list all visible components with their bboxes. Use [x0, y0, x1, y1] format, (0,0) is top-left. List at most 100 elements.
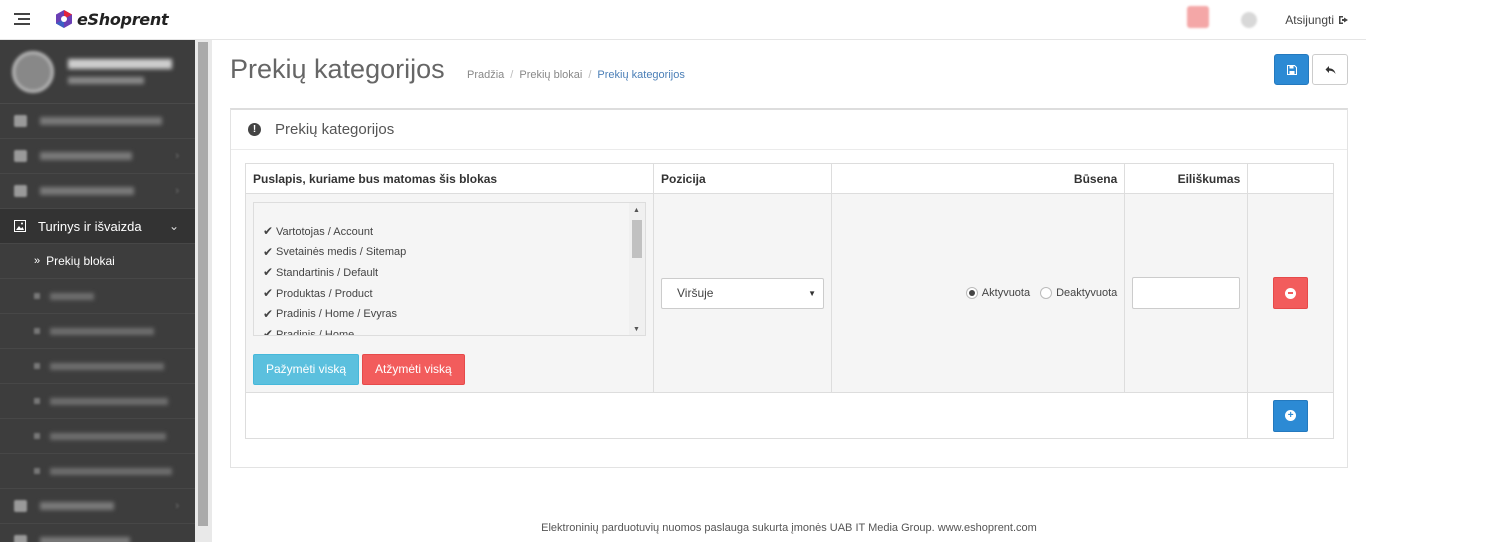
top-bar: eShoprent Atsijungti — [0, 0, 1366, 40]
status-radio-inactive-label: Deaktyvuota — [1056, 287, 1118, 299]
order-cell — [1124, 193, 1249, 393]
column-header-status: Būsena — [830, 163, 1126, 194]
remove-cell — [1247, 193, 1334, 393]
settings-icon — [1241, 12, 1258, 28]
chevron-right-icon: › — [175, 150, 179, 162]
chevron-right-icon: › — [175, 185, 179, 197]
status-radio-inactive[interactable]: Deaktyvuota — [1040, 287, 1117, 299]
sidebar-item-reports[interactable] — [0, 524, 195, 542]
listbox-scrollbar-thumb[interactable] — [632, 219, 642, 258]
exclamation-circle-icon: ! — [248, 123, 261, 136]
panel-header: ! Prekių kategorijos — [231, 110, 1347, 150]
user-profile[interactable] — [0, 40, 195, 104]
position-select-value: Viršuje — [677, 286, 714, 300]
user-name-blurred — [68, 59, 172, 69]
user-role-blurred — [68, 77, 144, 84]
page-title: Prekių kategorijos — [230, 54, 445, 84]
checkmark-icon[interactable]: ✔ — [263, 327, 276, 334]
page-option[interactable]: ✔ Svetainės medis / Sitemap — [263, 242, 645, 263]
select-all-button[interactable]: Pažymėti viską — [253, 353, 360, 385]
checkmark-icon[interactable]: ✔ — [263, 307, 276, 321]
pages-listbox[interactable]: ✔ Vartotojas / Account ✔ Svetainės medis / … — [253, 201, 646, 336]
sidebar-scrollbar[interactable] — [195, 40, 212, 542]
page-header: Prekių kategorijos Pradžia / Prekių blokai… — [230, 40, 1348, 108]
blocks-panel: ! Prekių kategorijos Puslapis, kuriame b… — [230, 108, 1348, 468]
main-content: Prekių kategorijos Pradžia / Prekių blokai… — [230, 40, 1348, 468]
scroll-down-icon[interactable]: ▼ — [633, 326, 640, 333]
cart-icon — [14, 185, 27, 197]
pages-list: ✔ Vartotojas / Account ✔ Svetainės medis / … — [254, 203, 645, 336]
image-icon — [14, 220, 26, 232]
page-option-label: Pradinis / Home / Evyras — [276, 308, 398, 321]
menu-toggle-icon[interactable] — [14, 13, 30, 27]
column-header-position: Pozicija — [653, 163, 832, 194]
panel-title: Prekių kategorijos — [275, 121, 395, 138]
order-input[interactable] — [1132, 277, 1241, 309]
minus-circle-icon — [1285, 287, 1297, 299]
plus-circle-icon: + — [1285, 410, 1297, 421]
position-cell: Viršuje ▼ — [653, 193, 832, 393]
logo[interactable]: eShoprent — [54, 9, 169, 29]
logout-link[interactable]: Atsijungti — [1277, 13, 1366, 27]
tag-icon — [14, 150, 27, 162]
save-button[interactable] — [1274, 54, 1309, 85]
sidebar-item-products[interactable]: › — [0, 139, 195, 174]
share-icon — [14, 500, 27, 512]
footer-text: Elektroninių parduotuvių nuomos paslauga… — [541, 522, 1037, 534]
breadcrumb-item-current[interactable]: Prekių kategorijos — [597, 69, 684, 81]
sidebar-subitem[interactable] — [0, 314, 195, 349]
settings-button[interactable] — [1229, 0, 1277, 40]
checkmark-icon[interactable]: ✔ — [263, 224, 276, 238]
breadcrumb-item-blocks[interactable]: Prekių blokai — [519, 69, 582, 81]
caret-down-icon: ▼ — [808, 288, 816, 298]
sidebar-item-dashboard[interactable] — [0, 104, 195, 139]
sidebar-subitem[interactable] — [0, 454, 195, 489]
double-chevron-right-icon: » — [34, 255, 41, 267]
status-radio-active[interactable]: Aktyvuota — [965, 287, 1030, 299]
checkmark-icon[interactable]: ✔ — [263, 245, 276, 259]
logo-text: eShoprent — [77, 9, 169, 29]
radio-checked-icon[interactable] — [965, 287, 978, 299]
page-option-label: Standartinis / Default — [276, 266, 379, 279]
page-option[interactable]: ✔ Produktas / Product — [263, 283, 645, 304]
logout-label: Atsijungti — [1285, 13, 1334, 27]
page-option-label: Pradinis / Home — [276, 328, 355, 336]
sidebar-subitem[interactable] — [0, 384, 195, 419]
radio-unchecked-icon[interactable] — [1040, 287, 1053, 299]
chart-icon — [14, 535, 27, 542]
sidebar-item-label: Turinys ir išvaizda — [38, 218, 142, 234]
page-option[interactable]: ✔ Standartinis / Default — [263, 263, 645, 284]
sidebar-item-marketing[interactable]: › — [0, 489, 195, 524]
add-row-button[interactable]: + — [1273, 399, 1309, 432]
table-row: ✔ Vartotojas / Account ✔ Svetainės medis / … — [245, 193, 1334, 393]
column-header-page: Puslapis, kuriame bus matomas šis blokas — [245, 163, 654, 194]
add-cell: + — [1247, 392, 1334, 439]
remove-row-button[interactable] — [1273, 277, 1309, 309]
pages-cell: ✔ Vartotojas / Account ✔ Svetainės medis / … — [245, 193, 654, 393]
page-option-label: Svetainės medis / Sitemap — [276, 246, 407, 259]
scroll-up-icon[interactable]: ▲ — [633, 207, 640, 214]
notifications-button[interactable] — [1181, 0, 1229, 40]
scrollbar-thumb[interactable] — [198, 42, 208, 526]
checkmark-icon[interactable]: ✔ — [263, 286, 276, 300]
column-header-actions — [1247, 163, 1334, 194]
status-cell: Aktyvuota Deaktyvuota — [830, 193, 1126, 393]
sidebar-subitem[interactable] — [0, 419, 195, 454]
listbox-scrollbar[interactable]: ▲ ▼ — [629, 202, 645, 335]
page-option[interactable]: ✔ Pradinis / Home — [263, 324, 645, 336]
page-option[interactable]: ✔ Pradinis / Home / Evyras — [263, 304, 645, 325]
reply-icon — [1325, 65, 1335, 74]
checkmark-icon[interactable]: ✔ — [263, 265, 276, 279]
sidebar-subitem[interactable] — [0, 349, 195, 384]
position-select[interactable]: Viršuje ▼ — [661, 277, 824, 309]
back-button[interactable] — [1312, 54, 1348, 85]
deselect-all-button[interactable]: Atžymėti viską — [362, 353, 465, 385]
sidebar-subitem-product-blocks[interactable]: » Prekių blokai — [0, 244, 195, 279]
table-footer-row: + — [244, 392, 1334, 439]
breadcrumb-item-home[interactable]: Pradžia — [467, 69, 504, 81]
page-option[interactable]: ✔ Vartotojas / Account — [263, 222, 645, 243]
sidebar: › › Turinys ir išvaizda ⌄ » Prekių bloka… — [0, 40, 195, 542]
sidebar-subitem[interactable] — [0, 279, 195, 314]
sidebar-item-orders[interactable]: › — [0, 174, 195, 209]
sidebar-item-content[interactable]: Turinys ir išvaizda ⌄ — [0, 209, 195, 244]
